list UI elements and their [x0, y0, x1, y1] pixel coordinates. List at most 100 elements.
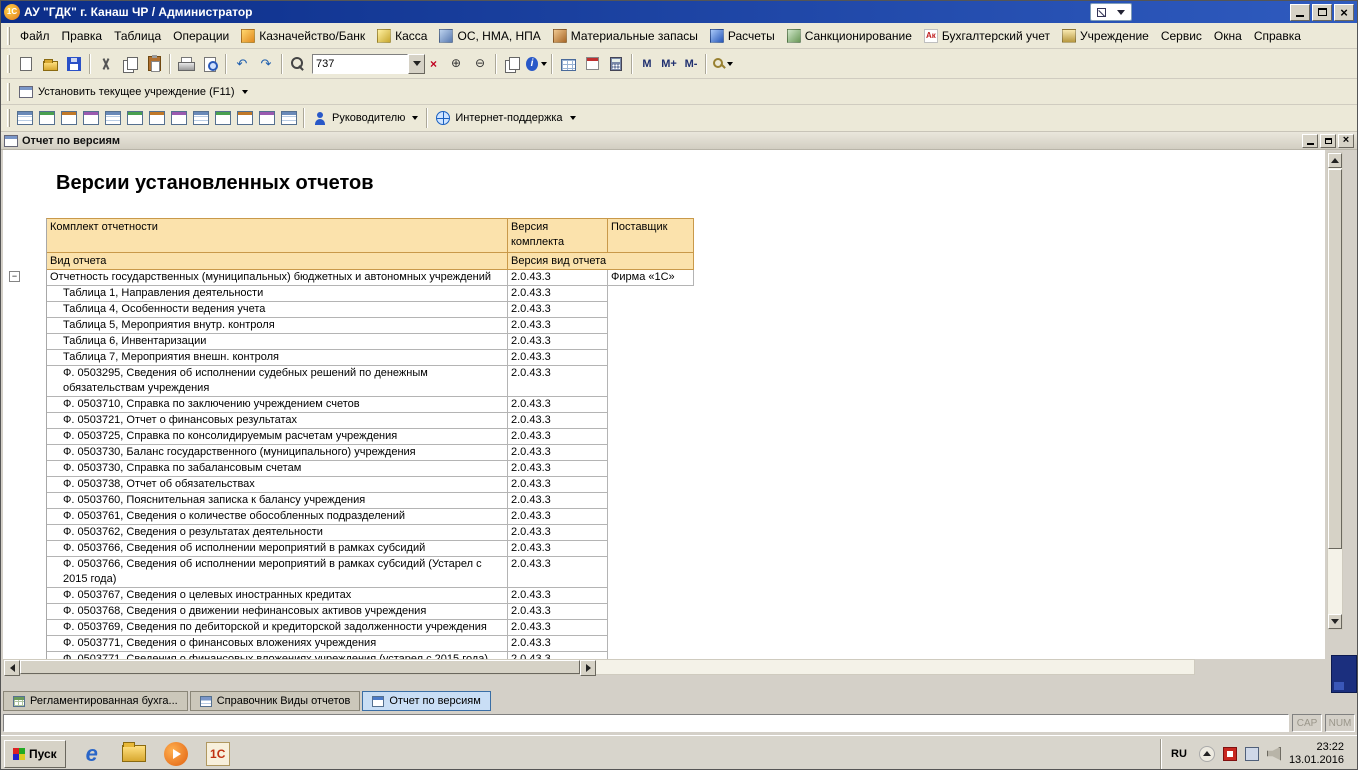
table-row[interactable]: Ф. 0503771, Сведения о финансовых вложен… [47, 652, 694, 659]
table-row[interactable]: Отчетность государственных (муниципальны… [47, 270, 694, 286]
undo-button[interactable]: ↶ [230, 52, 254, 75]
paste-button[interactable] [142, 52, 166, 75]
window-tab[interactable]: Отчет по версиям [362, 691, 490, 711]
menu-item-table[interactable]: Таблица [108, 26, 167, 46]
start-button[interactable]: Пуск [4, 740, 66, 768]
toolbar-grip[interactable] [7, 109, 10, 127]
menu-item-settlements[interactable]: Расчеты [704, 26, 781, 46]
explorer-button[interactable] [120, 740, 148, 768]
find-button[interactable] [286, 52, 310, 75]
print-forms-button[interactable] [212, 107, 234, 129]
horizontal-scrollbar[interactable] [3, 659, 1195, 675]
calendar-button[interactable] [580, 52, 604, 75]
window-tab[interactable]: Регламентированная бухга... [3, 691, 188, 711]
widget-dropdown-button[interactable] [1114, 5, 1128, 19]
status-message-field[interactable] [3, 714, 1289, 732]
unpost-document-button[interactable] [190, 107, 212, 129]
vertical-scroll-thumb[interactable] [1328, 169, 1342, 549]
copy-button[interactable] [118, 52, 142, 75]
service-settings-button[interactable] [710, 52, 734, 75]
table-settings-button[interactable] [14, 107, 36, 129]
table-row[interactable]: Ф. 0503738, Отчет об обязательствах2.0.4… [47, 477, 694, 493]
menu-item-help[interactable]: Справка [1248, 26, 1307, 46]
vertical-scrollbar[interactable] [1327, 152, 1343, 630]
scroll-down-button[interactable] [1328, 614, 1342, 629]
redo-button[interactable]: ↷ [254, 52, 278, 75]
language-indicator[interactable]: RU [1167, 746, 1191, 762]
1c-launcher-button[interactable]: 1С [204, 740, 232, 768]
chart-button[interactable] [58, 107, 80, 129]
menu-item-operations[interactable]: Операции [167, 26, 235, 46]
print-preview-button[interactable] [198, 52, 222, 75]
menubar-grip[interactable] [7, 27, 10, 45]
table-row[interactable]: Ф. 0503761, Сведения о количестве обособ… [47, 509, 694, 525]
scroll-right-button[interactable] [580, 660, 596, 676]
cut-button[interactable] [94, 52, 118, 75]
new-table-button[interactable] [36, 107, 58, 129]
table-row[interactable]: Ф. 0503730, Справка по забалансовым счет… [47, 461, 694, 477]
volume-tray-icon[interactable] [1267, 747, 1281, 761]
toolbar-grip[interactable] [7, 55, 10, 73]
set-current-institution-button[interactable]: Установить текущее учреждение (F11) [14, 81, 253, 103]
menu-item-fixed-assets[interactable]: ОС, НМА, НПА [433, 26, 546, 46]
menu-item-file[interactable]: Файл [14, 26, 56, 46]
horizontal-scroll-thumb[interactable] [20, 660, 580, 674]
menu-item-institution[interactable]: Учреждение [1056, 26, 1155, 46]
table-row[interactable]: Ф. 0503760, Пояснительная записка к бала… [47, 493, 694, 509]
scroll-left-button[interactable] [4, 660, 20, 676]
show-hidden-icons-button[interactable] [1199, 746, 1215, 762]
import-button[interactable] [256, 107, 278, 129]
memory-minus-button[interactable]: M- [680, 53, 702, 75]
table-button[interactable] [556, 52, 580, 75]
table-row[interactable]: Ф. 0503766, Сведения об исполнении мероп… [47, 541, 694, 557]
restore-size-button[interactable] [1094, 5, 1108, 19]
journals-button[interactable] [146, 107, 168, 129]
zoom-out-button[interactable]: ⊖ [468, 52, 492, 75]
manager-menu-button[interactable]: Руководителю [308, 107, 423, 129]
open-button[interactable] [38, 52, 62, 75]
table-row[interactable]: Таблица 7, Мероприятия внешн. контроля2.… [47, 350, 694, 366]
memory-plus-button[interactable]: M+ [658, 53, 680, 75]
menu-item-windows[interactable]: Окна [1208, 26, 1248, 46]
table-row[interactable]: Ф. 0503766, Сведения об исполнении мероп… [47, 557, 694, 588]
display-tray-icon[interactable] [1245, 747, 1259, 761]
table-row[interactable]: Ф. 0503730, Баланс государственного (мун… [47, 445, 694, 461]
table-row[interactable]: Таблица 5, Мероприятия внутр. контроля2.… [47, 318, 694, 334]
table-row[interactable]: Таблица 6, Инвентаризации2.0.43.3 [47, 334, 694, 350]
close-button[interactable]: × [1334, 4, 1354, 21]
barcode-button[interactable] [278, 107, 300, 129]
table-row[interactable]: Ф. 0503721, Отчет о финансовых результат… [47, 413, 694, 429]
calculator-button[interactable] [604, 52, 628, 75]
post-document-button[interactable] [168, 107, 190, 129]
menu-item-service[interactable]: Сервис [1155, 26, 1208, 46]
media-player-button[interactable] [162, 740, 190, 768]
minimize-button[interactable] [1290, 4, 1310, 21]
scroll-up-button[interactable] [1328, 153, 1342, 168]
taskbar-clock[interactable]: 23:22 13.01.2016 [1289, 741, 1348, 767]
memory-button[interactable]: M [636, 53, 658, 75]
duplicate-button[interactable] [500, 52, 524, 75]
documents-button[interactable] [102, 107, 124, 129]
table-row[interactable]: Ф. 0503771, Сведения о финансовых вложен… [47, 636, 694, 652]
maximize-button[interactable] [1312, 4, 1332, 21]
menu-item-inventory[interactable]: Материальные запасы [547, 26, 704, 46]
menu-item-edit[interactable]: Правка [56, 26, 109, 46]
save-button[interactable] [62, 52, 86, 75]
info-button[interactable]: i [524, 52, 548, 75]
menu-item-cash[interactable]: Касса [371, 26, 433, 46]
menu-item-accounting[interactable]: АкБухгалтерский учет [918, 26, 1056, 46]
menu-item-authorization[interactable]: Санкционирование [781, 26, 918, 46]
table-row[interactable]: Ф. 0503710, Справка по заключению учрежд… [47, 397, 694, 413]
menu-item-treasury-bank[interactable]: Казначейство/Банк [235, 26, 371, 46]
table-row[interactable]: Ф. 0503725, Справка по консолидируемым р… [47, 429, 694, 445]
table-row[interactable]: Ф. 0503295, Сведения об исполнении судеб… [47, 366, 694, 397]
toolbar-grip[interactable] [7, 83, 10, 101]
table-row[interactable]: Ф. 0503767, Сведения о целевых иностранн… [47, 588, 694, 604]
table-row[interactable]: Ф. 0503768, Сведения о движении нефинанс… [47, 604, 694, 620]
update-button[interactable] [80, 107, 102, 129]
report-restore-button[interactable] [1320, 134, 1336, 148]
window-tab[interactable]: Справочник Виды отчетов [190, 691, 361, 711]
internet-explorer-button[interactable]: e [78, 740, 106, 768]
zoom-in-button[interactable]: ⊕ [444, 52, 468, 75]
1c-tray-icon[interactable] [1223, 747, 1237, 761]
